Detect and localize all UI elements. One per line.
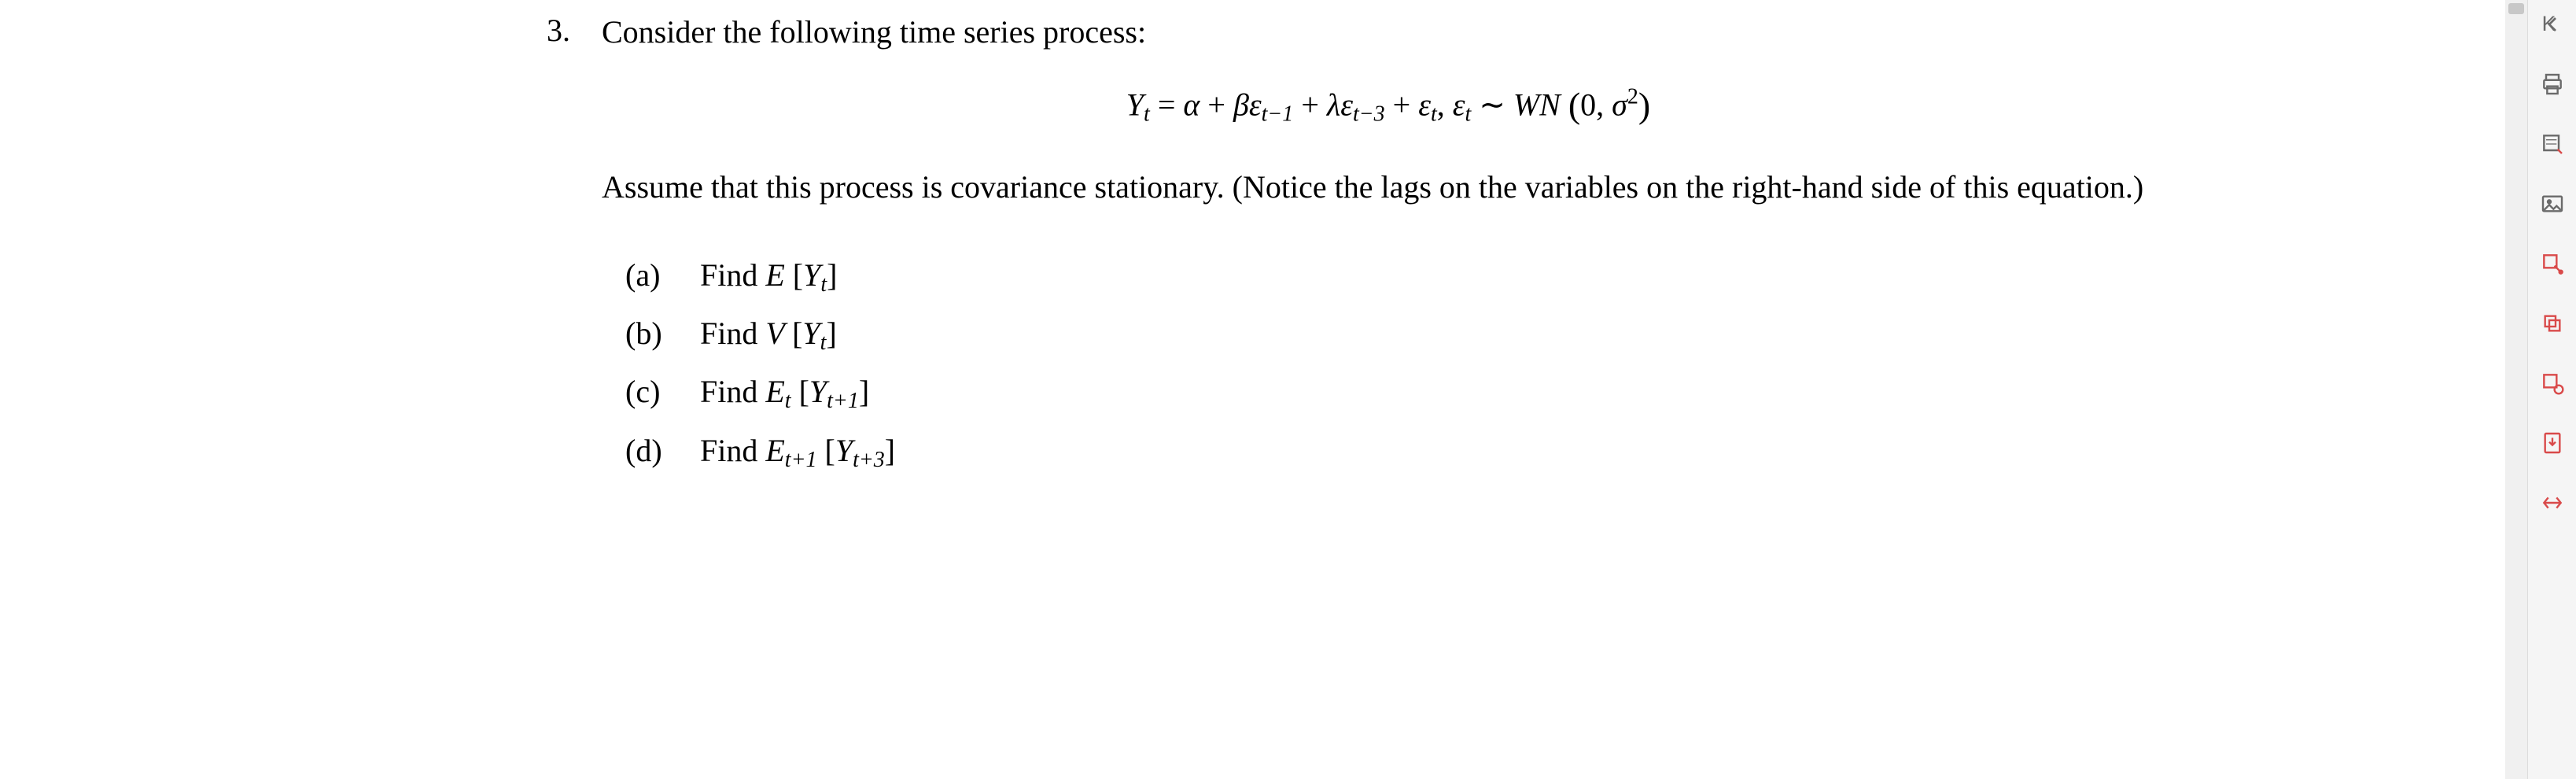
subpart-d-lb: [ [824, 433, 835, 468]
subpart-c-space [791, 374, 799, 409]
subpart-c-lb: [ [799, 374, 809, 409]
annotate-icon[interactable] [2537, 129, 2567, 159]
subparts-list: (a) Find E [Yt] (b) Find V [Yt] (c) Find… [602, 255, 2175, 475]
eq-rparen: ) [1638, 85, 1650, 125]
assumption-text: Assume that this process is covariance s… [602, 163, 2175, 212]
subpart-d-sub: t+3 [853, 448, 885, 472]
eq-sub-t: t [1144, 102, 1150, 127]
subpart-a: (a) Find E [Yt] [625, 255, 2175, 299]
subpart-d-space [816, 433, 824, 468]
eq-comma: , [1437, 87, 1453, 123]
eq-sub-tm1: t−1 [1262, 102, 1294, 127]
subpart-c-verb: Find [700, 374, 765, 409]
print-icon[interactable] [2537, 69, 2567, 99]
scrollbar-handle[interactable] [2508, 3, 2524, 14]
right-toolbar: K [2527, 0, 2576, 779]
object-tool-icon[interactable] [2537, 368, 2567, 398]
problem-block: 3. Consider the following time series pr… [547, 12, 2198, 489]
expand-icon[interactable] [2537, 488, 2567, 518]
subpart-d-rb: ] [885, 433, 895, 468]
eq-Y: Y [1126, 87, 1144, 123]
subpart-b-V: V [765, 316, 792, 351]
eq-zero: 0, [1580, 87, 1612, 123]
eq-plus1: + [1200, 87, 1233, 123]
problem-number: 3. [547, 12, 594, 49]
subpart-a-sub: t [820, 272, 827, 297]
eq-eps3: ε [1418, 87, 1431, 123]
eq-sigma: σ [1612, 87, 1627, 123]
subpart-b-lb: [ [792, 316, 802, 351]
eq-equals: = [1150, 87, 1184, 123]
subpart-a-E: E [765, 257, 792, 293]
problem-intro: Consider the following time series proce… [602, 12, 2175, 53]
eq-beta: β [1233, 87, 1249, 123]
subpart-b-label: (b) [625, 313, 692, 354]
eq-eps2: ε [1340, 87, 1353, 123]
eq-lambda: λ [1327, 87, 1340, 123]
subpart-a-rb: ] [827, 257, 837, 293]
eq-alpha: α [1183, 87, 1200, 123]
eq-sub-tm3: t−3 [1353, 102, 1385, 127]
transform-tool-icon[interactable] [2537, 308, 2567, 338]
collapse-icon[interactable]: K [2537, 9, 2567, 39]
eq-plus3: + [1385, 87, 1419, 123]
eq-plus2: + [1293, 87, 1327, 123]
subpart-d-label: (d) [625, 430, 692, 471]
eq-lparen: ( [1568, 85, 1580, 125]
subpart-d-E: E [765, 433, 784, 468]
eq-wn: WN [1513, 87, 1561, 123]
subpart-d: (d) Find Et+1 [Yt+3] [625, 430, 2175, 474]
subpart-b-verb: Find [700, 316, 765, 351]
edit-tool-icon[interactable] [2537, 249, 2567, 279]
eq-sq: 2 [1627, 84, 1638, 109]
subpart-b-rb: ] [826, 316, 836, 351]
eq-eps1: ε [1249, 87, 1262, 123]
subpart-a-verb: Find [700, 257, 765, 293]
subpart-d-verb: Find [700, 433, 765, 468]
problem-body: Consider the following time series proce… [602, 12, 2175, 489]
svg-text:K: K [2541, 12, 2556, 35]
image-icon[interactable] [2537, 189, 2567, 219]
vertical-scrollbar[interactable] [2505, 0, 2527, 779]
subpart-c-leadsub: t [785, 389, 791, 413]
subpart-d-leadsub: t+1 [785, 448, 817, 472]
subpart-a-lb: [ [793, 257, 803, 293]
eq-tilde: ∼ [1471, 87, 1513, 123]
subpart-c-E: E [765, 374, 784, 409]
subpart-c-sub: t+1 [827, 389, 859, 413]
equation: Yt = α + βεt−1 + λεt−3 + εt, εt ∼ WN (0,… [602, 84, 2175, 127]
subpart-c-label: (c) [625, 371, 692, 412]
subpart-b: (b) Find V [Yt] [625, 313, 2175, 357]
download-icon[interactable] [2537, 428, 2567, 458]
subpart-a-label: (a) [625, 255, 692, 296]
subpart-c-Y: Y [809, 374, 827, 409]
eq-eps4: ε [1453, 87, 1465, 123]
subpart-c: (c) Find Et [Yt+1] [625, 371, 2175, 415]
subpart-c-rb: ] [859, 374, 869, 409]
eq-sub-t2: t [1431, 102, 1437, 127]
subpart-a-Y: Y [803, 257, 820, 293]
subpart-b-Y: Y [802, 316, 820, 351]
subpart-d-Y: Y [835, 433, 853, 468]
